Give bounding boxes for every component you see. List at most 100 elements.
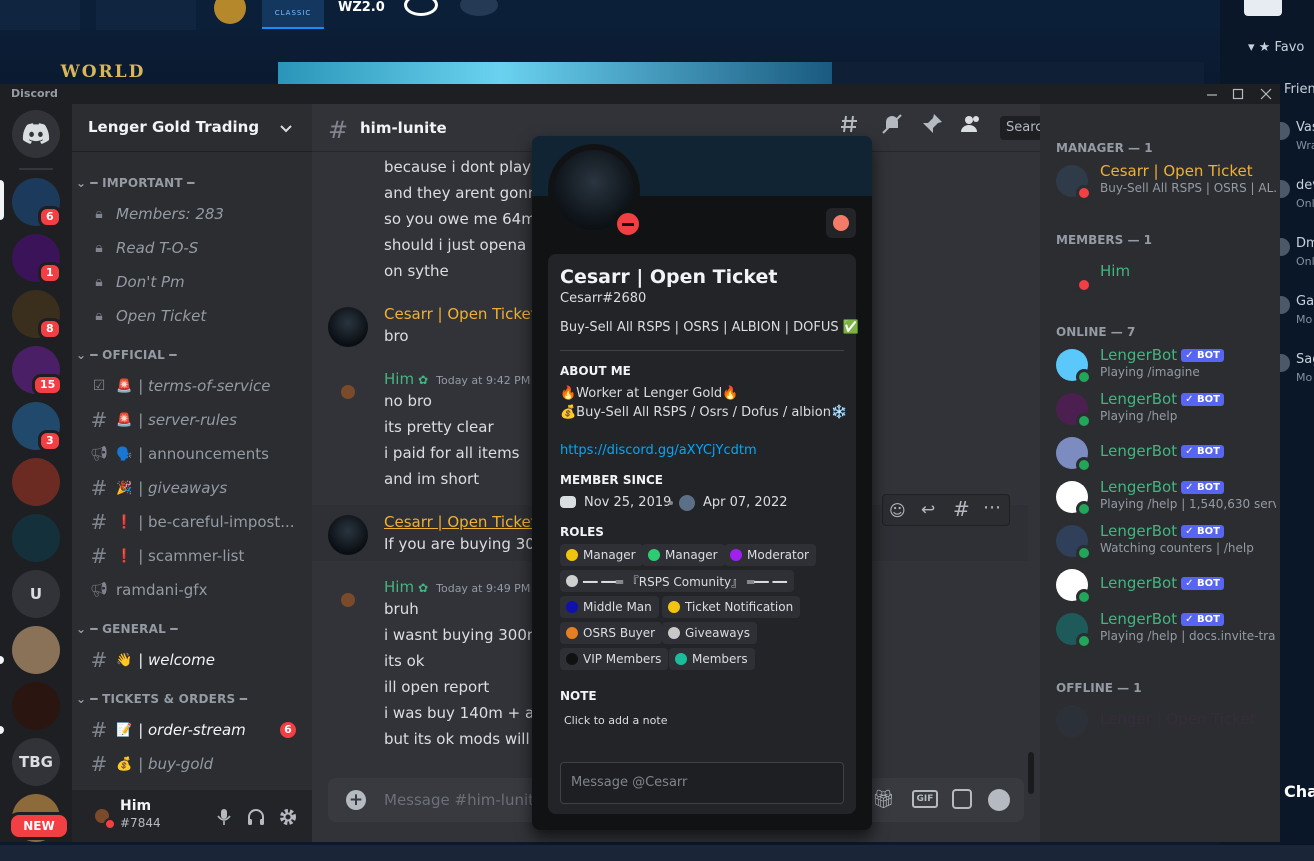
member-item[interactable]: Lenger | Open Ticket	[1040, 700, 1280, 742]
category-header[interactable]: ⌄ ━ IMPORTANT ━	[76, 176, 195, 190]
member-item[interactable]: Cesarr | Open Ticket Buy-Sell All RSPS | …	[1040, 160, 1280, 202]
chat-label[interactable]: Cha	[1284, 782, 1314, 801]
category-header[interactable]: ⌄ ━ OFFICIAL ━	[76, 348, 177, 362]
hash-icon: #	[90, 510, 108, 534]
server-icon-10[interactable]	[12, 682, 60, 730]
avatar[interactable]	[328, 372, 368, 412]
message-author[interactable]: Cesarr | Open Ticket	[384, 305, 537, 323]
launcher-tab-favorites[interactable]	[96, 0, 196, 30]
channel-item[interactable]: # ❗ | be-careful-impost...	[88, 506, 308, 538]
member-item[interactable]: LengerBot ✓ BOT	[1040, 432, 1280, 474]
launcher-tab-all-games[interactable]	[0, 0, 80, 30]
more-icon[interactable]: ⋯	[983, 497, 1001, 518]
channel-item[interactable]: 🔒︎ Open Ticket	[88, 300, 308, 332]
avatar[interactable]	[328, 580, 368, 620]
channel-item[interactable]: # 🚨 | server-rules	[88, 404, 308, 436]
about-link[interactable]: https://discord.gg/aXYCjYcdtm	[560, 443, 757, 458]
member-name: LengerBot ✓ BOT	[1100, 478, 1224, 496]
member-item[interactable]: LengerBot ✓ BOT Watching counters | /help	[1040, 520, 1280, 562]
friend-name[interactable]: Sag	[1296, 352, 1314, 367]
hash-icon: #	[90, 408, 108, 432]
server-icon-6[interactable]	[12, 458, 60, 506]
server-icon-8[interactable]: U	[12, 570, 60, 618]
close-icon[interactable]	[1258, 86, 1274, 102]
channel-item[interactable]: ☑ 🚨 | terms-of-service	[88, 370, 308, 402]
pin-icon[interactable]	[920, 112, 944, 136]
member-item[interactable]: LengerBot ✓ BOT Playing /imagine	[1040, 344, 1280, 386]
emoji-icon[interactable]	[988, 789, 1010, 811]
bot-badge: ✓ BOT	[1181, 525, 1224, 538]
member-item[interactable]: LengerBot ✓ BOT Playing /help | docs.invit…	[1040, 608, 1280, 650]
scrollbar[interactable]	[1028, 752, 1034, 794]
channel-item[interactable]: 📢︎ 🗣️ | announcements	[88, 438, 308, 470]
channel-item[interactable]: # 🎉 | giveaways	[88, 472, 308, 504]
friend-name[interactable]: dev	[1296, 178, 1314, 193]
channel-item[interactable]: # 👋 | welcome	[88, 644, 308, 676]
sticker-icon[interactable]	[952, 789, 972, 809]
member-item[interactable]: LengerBot ✓ BOT	[1040, 564, 1280, 606]
nitro-badge-icon[interactable]	[826, 208, 856, 238]
guild-header[interactable]: Lenger Gold Trading	[72, 104, 312, 152]
friend-name[interactable]: Vas	[1296, 120, 1314, 135]
message-author[interactable]: Him ✿ Today at 9:49 PM	[384, 578, 530, 596]
category-label: ━ OFFICIAL ━	[90, 348, 177, 362]
dnd-status-icon	[612, 208, 644, 240]
launcher-tab-wow-classic[interactable]: CLASSIC	[262, 0, 324, 29]
server-icon-7[interactable]	[12, 514, 60, 562]
favorites-dropdown[interactable]: ▾ ★ Favo	[1248, 40, 1304, 55]
settings-gear-icon[interactable]	[279, 808, 297, 826]
composer-input[interactable]: Message #him-lunite	[384, 791, 543, 809]
role-icon: ✿	[418, 581, 429, 595]
server-icon-9[interactable]	[12, 626, 60, 674]
gift-icon[interactable]: 🎁︎	[872, 789, 895, 810]
category-header[interactable]: ⌄ ━ TICKETS & ORDERS ━	[76, 692, 247, 706]
category-header[interactable]: ⌄ ━ GENERAL ━	[76, 622, 178, 636]
message-author[interactable]: Cesarr | Open Ticket	[384, 513, 537, 531]
thread-icon[interactable]: #	[953, 497, 970, 521]
message-author[interactable]: Him ✿ Today at 9:42 PM	[384, 370, 530, 388]
reply-icon[interactable]: ↩	[921, 500, 935, 520]
mute-bell-icon[interactable]	[880, 112, 904, 136]
member-item[interactable]: Him	[1040, 252, 1280, 294]
threads-icon[interactable]	[840, 112, 864, 136]
channel-item[interactable]: # 📝 | order-stream	[88, 714, 308, 746]
friend-status: Mo	[1296, 313, 1313, 326]
friend-name[interactable]: Ga	[1296, 294, 1314, 309]
minimize-icon[interactable]	[1204, 86, 1220, 102]
member-list-icon[interactable]	[959, 112, 983, 136]
member-name-text: Him	[1100, 262, 1131, 280]
wz2-icon[interactable]: WZ2.0	[338, 0, 385, 15]
channel-item[interactable]: # 💰 | buy-gold	[88, 748, 308, 780]
channel-item[interactable]: # ❗ | scammer-list	[88, 540, 308, 572]
channel-item[interactable]: 🔒︎ Don't Pm	[88, 266, 308, 298]
channel-item[interactable]: 📢︎ ramdani-gfx	[88, 574, 308, 606]
avatar[interactable]	[328, 515, 368, 555]
channel-item[interactable]: 🔒︎ Members: 283	[88, 198, 308, 230]
friend-name[interactable]: Dm	[1296, 236, 1314, 251]
message-text: ill open report	[384, 678, 490, 696]
profile-icon[interactable]	[1244, 0, 1282, 16]
discord-home-icon[interactable]	[12, 110, 60, 158]
member-item[interactable]: LengerBot ✓ BOT Playing /help	[1040, 388, 1280, 430]
note-input[interactable]: Click to add a note	[564, 714, 667, 727]
user-name: Him	[120, 798, 152, 814]
channel-item[interactable]: 🔒︎ Read T-O-S	[88, 232, 308, 264]
headphones-icon[interactable]	[247, 808, 265, 826]
wow-game-icon[interactable]	[214, 0, 246, 24]
new-badge[interactable]: NEW	[8, 812, 70, 840]
avatar[interactable]	[328, 307, 368, 347]
add-game-icon[interactable]	[460, 0, 498, 16]
add-attachment-icon[interactable]: +	[346, 790, 366, 810]
member-name-text: Lenger | Open Ticket	[1100, 710, 1256, 728]
channel-sidebar: Lenger Gold Trading ⌄ ━ IMPORTANT ━ 🔒︎ Memb…	[0, 104, 312, 842]
member-item[interactable]: LengerBot ✓ BOT Playing /help | 1,540,630 …	[1040, 476, 1280, 518]
server-icon-11[interactable]: TBG	[12, 738, 60, 786]
member-group-header: OFFLINE — 1	[1056, 681, 1142, 695]
overwatch-icon[interactable]	[404, 0, 438, 16]
add-reaction-icon[interactable]: ☺	[889, 501, 906, 520]
dm-message-input[interactable]: Message @Cesarr	[560, 762, 844, 804]
maximize-icon[interactable]	[1230, 86, 1246, 102]
microphone-icon[interactable]	[216, 808, 232, 826]
gif-icon[interactable]: GIF	[912, 790, 938, 808]
lock-icon: 🔒︎	[95, 206, 103, 222]
